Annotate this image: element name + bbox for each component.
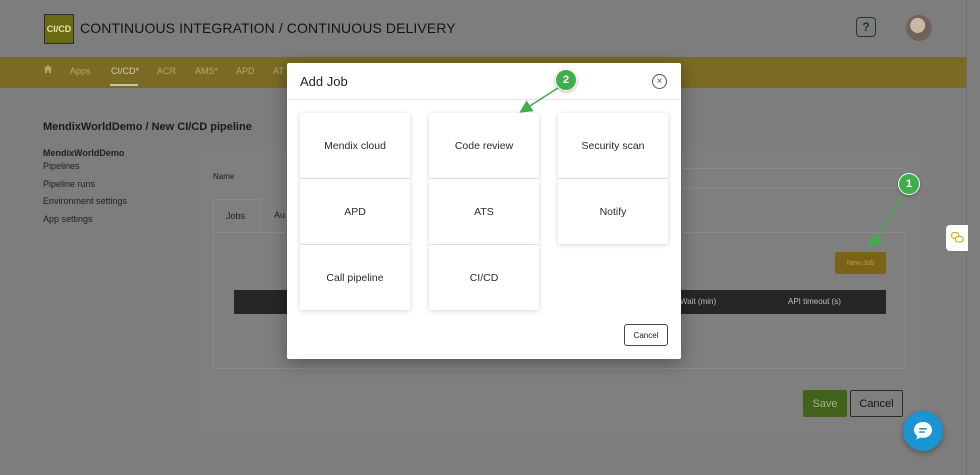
dialog-divider — [287, 99, 681, 100]
close-icon[interactable]: × — [652, 74, 667, 89]
app-logo: CI/CD — [44, 14, 74, 44]
dialog-title: Add Job — [300, 74, 348, 89]
sidebar-item-pipelines[interactable]: Pipelines — [43, 161, 80, 171]
tab-jobs[interactable]: Jobs — [213, 199, 261, 232]
avatar[interactable] — [906, 15, 932, 41]
save-button[interactable]: Save — [803, 390, 847, 417]
app-title: CONTINUOUS INTEGRATION / CONTINUOUS DELI… — [80, 20, 456, 36]
job-tile-mendix-cloud[interactable]: Mendix cloud — [300, 113, 410, 178]
nav-item-apps[interactable]: Apps — [70, 66, 91, 76]
nav-active-indicator — [110, 84, 138, 86]
dialog-cancel-button[interactable]: Cancel — [624, 324, 668, 346]
feedback-tab[interactable] — [946, 225, 968, 251]
add-job-dialog: Add Job × Mendix cloud Code review Secur… — [287, 63, 681, 359]
nav-item-apd[interactable]: APD — [236, 66, 255, 76]
sidebar-item-environment-settings[interactable]: Environment settings — [43, 196, 127, 206]
column-header-wait: Wait (min) — [680, 297, 717, 306]
sidebar-item-app-settings[interactable]: App settings — [43, 214, 93, 224]
chat-icon — [914, 422, 932, 440]
help-button[interactable]: ? — [856, 17, 876, 37]
page-scrollbar[interactable] — [966, 0, 980, 475]
job-tile-call-pipeline[interactable]: Call pipeline — [300, 245, 410, 310]
sidebar-item-pipeline-runs[interactable]: Pipeline runs — [43, 179, 95, 189]
step-1-badge: 1 — [898, 173, 920, 195]
nav-item-acr[interactable]: ACR — [157, 66, 176, 76]
job-tile-ats[interactable]: ATS — [429, 179, 539, 244]
chat-bubbles-icon — [950, 232, 964, 243]
cancel-button[interactable]: Cancel — [850, 390, 903, 417]
app-header: CI/CD CONTINUOUS INTEGRATION / CONTINUOU… — [0, 0, 966, 57]
job-tile-security-scan[interactable]: Security scan — [558, 113, 668, 178]
chat-button[interactable] — [903, 411, 943, 451]
name-input[interactable] — [680, 168, 906, 188]
job-tile-cicd[interactable]: CI/CD — [429, 245, 539, 310]
new-job-button[interactable]: New Job — [835, 252, 886, 274]
job-tile-apd[interactable]: APD — [300, 179, 410, 244]
name-label: Name — [213, 172, 235, 181]
nav-item-at[interactable]: AT — [273, 66, 284, 76]
nav-item-cicd[interactable]: CI/CD* — [111, 66, 139, 76]
step-2-badge: 2 — [555, 69, 577, 91]
job-tile-code-review[interactable]: Code review — [429, 113, 539, 178]
home-icon[interactable] — [43, 64, 53, 74]
job-tile-notify[interactable]: Notify — [558, 179, 668, 244]
column-header-api-timeout: API timeout (s) — [788, 297, 841, 306]
sidebar-item-app[interactable]: MendixWorldDemo — [43, 148, 124, 158]
nav-item-ams[interactable]: AMS* — [195, 66, 218, 76]
page-title: MendixWorldDemo / New CI/CD pipeline — [43, 121, 252, 133]
